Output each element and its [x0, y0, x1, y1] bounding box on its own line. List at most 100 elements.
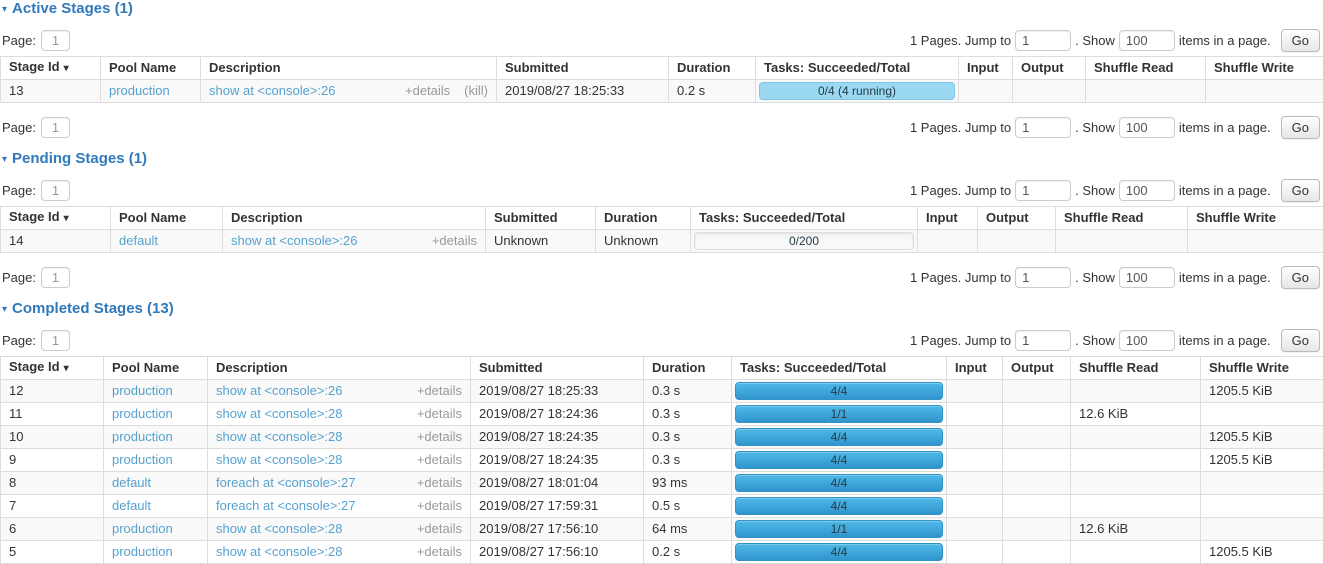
shuffle-write-cell	[1188, 230, 1323, 253]
tasks-progress-label: 4/4	[831, 498, 848, 514]
jump-to-input[interactable]	[1015, 267, 1071, 288]
show-count-input[interactable]	[1119, 117, 1175, 138]
page-input[interactable]	[41, 180, 70, 201]
details-toggle[interactable]: +details	[417, 452, 462, 468]
column-header-pool-name: Pool Name	[104, 357, 208, 380]
stage-row: 9productionshow at <console>:28+details2…	[1, 449, 1323, 472]
column-header-shuffle-read: Shuffle Read	[1056, 207, 1188, 230]
description-link[interactable]: show at <console>:26	[216, 383, 342, 399]
go-button[interactable]: Go	[1281, 266, 1320, 289]
show-count-input[interactable]	[1119, 180, 1175, 201]
details-toggle[interactable]: +details	[417, 429, 462, 445]
page-input[interactable]	[41, 330, 70, 351]
details-toggle[interactable]: +details	[417, 475, 462, 491]
description-link[interactable]: show at <console>:26	[231, 233, 357, 249]
page-label: Page:	[2, 120, 36, 135]
kill-link[interactable]: (kill)	[464, 83, 488, 99]
stage-row: 7defaultforeach at <console>:27+details2…	[1, 495, 1323, 518]
pool-name-link[interactable]: default	[112, 498, 151, 513]
description-link[interactable]: show at <console>:28	[216, 452, 342, 468]
section-header-pending-stages[interactable]: ▾ Pending Stages (1)	[2, 151, 1323, 167]
pool-name-cell: default	[104, 472, 208, 495]
page-label: Page:	[2, 333, 36, 348]
show-count-input[interactable]	[1119, 267, 1175, 288]
description-link[interactable]: show at <console>:28	[216, 544, 342, 560]
column-header-stage-id[interactable]: Stage Id▾	[1, 207, 111, 230]
stage-id-cell: 11	[1, 403, 104, 426]
pool-name-link[interactable]: production	[109, 83, 170, 98]
jump-to-input[interactable]	[1015, 117, 1071, 138]
column-header-input: Input	[918, 207, 978, 230]
details-toggle[interactable]: +details	[432, 233, 477, 249]
details-toggle[interactable]: +details	[417, 521, 462, 537]
page-input[interactable]	[41, 30, 70, 51]
shuffle-write-cell: 1205.5 KiB	[1201, 380, 1323, 403]
show-count-input[interactable]	[1119, 30, 1175, 51]
description-link[interactable]: show at <console>:26	[209, 83, 335, 99]
submitted-cell: 2019/08/27 18:24:35	[471, 426, 644, 449]
duration-cell: 0.3 s	[644, 426, 732, 449]
column-header-output: Output	[978, 207, 1056, 230]
description-link[interactable]: show at <console>:28	[216, 521, 342, 537]
output-cell	[1003, 472, 1071, 495]
pool-name-link[interactable]: default	[119, 233, 158, 248]
go-button[interactable]: Go	[1281, 29, 1320, 52]
stage-row: 8defaultforeach at <console>:27+details2…	[1, 472, 1323, 495]
description-link[interactable]: foreach at <console>:27	[216, 475, 356, 491]
section-title: Active Stages (1)	[12, 1, 133, 17]
description-link[interactable]: show at <console>:28	[216, 406, 342, 422]
column-header-stage-id[interactable]: Stage Id▾	[1, 57, 101, 80]
stage-id-cell: 10	[1, 426, 104, 449]
shuffle-read-cell	[1056, 230, 1188, 253]
details-toggle[interactable]: +details	[417, 406, 462, 422]
pending-stages-table: Stage Id▾Pool NameDescriptionSubmittedDu…	[0, 206, 1323, 253]
details-toggle[interactable]: +details	[405, 83, 450, 99]
section-pending-stages: ▾ Pending Stages (1) Page: 1 Pages. Jump…	[0, 151, 1323, 288]
tasks-progress-cell: 4/4	[732, 472, 947, 495]
description-cell: show at <console>:28 +details	[208, 449, 471, 472]
column-header-stage-id[interactable]: Stage Id▾	[1, 357, 104, 380]
pool-name-link[interactable]: production	[112, 406, 173, 421]
pool-name-link[interactable]: production	[112, 544, 173, 559]
tasks-progress-label: 4/4	[831, 452, 848, 468]
section-header-completed-stages[interactable]: ▾ Completed Stages (13)	[2, 301, 1323, 317]
column-header-submitted: Submitted	[497, 57, 669, 80]
output-cell	[1003, 403, 1071, 426]
column-header-output: Output	[1013, 57, 1086, 80]
shuffle-write-cell: 1205.5 KiB	[1201, 426, 1323, 449]
pool-name-link[interactable]: production	[112, 383, 173, 398]
go-button[interactable]: Go	[1281, 329, 1320, 352]
pool-name-link[interactable]: default	[112, 475, 151, 490]
input-cell	[959, 80, 1013, 103]
page-input[interactable]	[41, 117, 70, 138]
pool-name-cell: production	[104, 449, 208, 472]
description-link[interactable]: foreach at <console>:27	[216, 498, 356, 514]
shuffle-read-cell	[1071, 380, 1201, 403]
input-cell	[947, 518, 1003, 541]
description-link[interactable]: show at <console>:28	[216, 429, 342, 445]
jump-to-input[interactable]	[1015, 180, 1071, 201]
sort-desc-icon: ▾	[64, 363, 69, 374]
section-header-active-stages[interactable]: ▾ Active Stages (1)	[2, 1, 1323, 17]
shuffle-read-cell	[1086, 80, 1206, 103]
page-input[interactable]	[41, 267, 70, 288]
go-button[interactable]: Go	[1281, 116, 1320, 139]
show-text: . Show	[1075, 33, 1115, 48]
duration-cell: 93 ms	[644, 472, 732, 495]
jump-to-input[interactable]	[1015, 30, 1071, 51]
details-toggle[interactable]: +details	[417, 544, 462, 560]
column-header-input: Input	[947, 357, 1003, 380]
tasks-progress-label: 0/4 (4 running)	[818, 83, 896, 99]
section-title: Completed Stages (13)	[12, 301, 174, 317]
pool-name-link[interactable]: production	[112, 429, 173, 444]
tasks-progress-label: 4/4	[831, 544, 848, 560]
details-toggle[interactable]: +details	[417, 383, 462, 399]
page-label: Page:	[2, 270, 36, 285]
jump-to-input[interactable]	[1015, 330, 1071, 351]
go-button[interactable]: Go	[1281, 179, 1320, 202]
show-count-input[interactable]	[1119, 330, 1175, 351]
pool-name-link[interactable]: production	[112, 452, 173, 467]
details-toggle[interactable]: +details	[417, 498, 462, 514]
stage-id-cell: 9	[1, 449, 104, 472]
pool-name-link[interactable]: production	[112, 521, 173, 536]
